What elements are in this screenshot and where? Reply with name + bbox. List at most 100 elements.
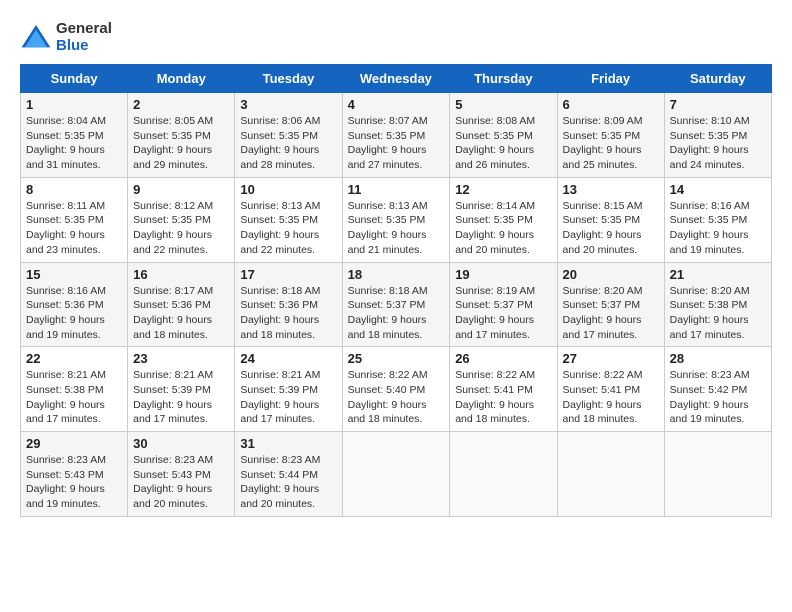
- day-number: 26: [455, 351, 551, 366]
- calendar-day-cell: 23 Sunrise: 8:21 AM Sunset: 5:39 PM Dayl…: [128, 347, 235, 432]
- day-info: Sunrise: 8:10 AM Sunset: 5:35 PM Dayligh…: [670, 114, 766, 173]
- calendar-week-row: 1 Sunrise: 8:04 AM Sunset: 5:35 PM Dayli…: [21, 93, 772, 178]
- day-number: 13: [563, 182, 659, 197]
- day-number: 29: [26, 436, 122, 451]
- day-info: Sunrise: 8:14 AM Sunset: 5:35 PM Dayligh…: [455, 199, 551, 258]
- day-number: 3: [240, 97, 336, 112]
- day-info: Sunrise: 8:23 AM Sunset: 5:43 PM Dayligh…: [133, 453, 229, 512]
- calendar-day-cell: 6 Sunrise: 8:09 AM Sunset: 5:35 PM Dayli…: [557, 93, 664, 178]
- calendar-week-row: 22 Sunrise: 8:21 AM Sunset: 5:38 PM Dayl…: [21, 347, 772, 432]
- day-info: Sunrise: 8:05 AM Sunset: 5:35 PM Dayligh…: [133, 114, 229, 173]
- calendar-day-cell: 27 Sunrise: 8:22 AM Sunset: 5:41 PM Dayl…: [557, 347, 664, 432]
- weekday-header: Monday: [128, 65, 235, 93]
- calendar-day-cell: 4 Sunrise: 8:07 AM Sunset: 5:35 PM Dayli…: [342, 93, 450, 178]
- calendar-day-cell: 28 Sunrise: 8:23 AM Sunset: 5:42 PM Dayl…: [664, 347, 771, 432]
- calendar-day-cell: 26 Sunrise: 8:22 AM Sunset: 5:41 PM Dayl…: [450, 347, 557, 432]
- day-number: 17: [240, 267, 336, 282]
- calendar-day-cell: 16 Sunrise: 8:17 AM Sunset: 5:36 PM Dayl…: [128, 262, 235, 347]
- day-info: Sunrise: 8:13 AM Sunset: 5:35 PM Dayligh…: [240, 199, 336, 258]
- calendar-day-cell: 19 Sunrise: 8:19 AM Sunset: 5:37 PM Dayl…: [450, 262, 557, 347]
- day-info: Sunrise: 8:19 AM Sunset: 5:37 PM Dayligh…: [455, 284, 551, 343]
- day-number: 4: [348, 97, 445, 112]
- day-number: 9: [133, 182, 229, 197]
- day-number: 31: [240, 436, 336, 451]
- calendar-day-cell: 11 Sunrise: 8:13 AM Sunset: 5:35 PM Dayl…: [342, 177, 450, 262]
- day-info: Sunrise: 8:23 AM Sunset: 5:44 PM Dayligh…: [240, 453, 336, 512]
- day-number: 21: [670, 267, 766, 282]
- calendar-day-cell: 30 Sunrise: 8:23 AM Sunset: 5:43 PM Dayl…: [128, 432, 235, 517]
- day-info: Sunrise: 8:06 AM Sunset: 5:35 PM Dayligh…: [240, 114, 336, 173]
- day-info: Sunrise: 8:23 AM Sunset: 5:43 PM Dayligh…: [26, 453, 122, 512]
- day-info: Sunrise: 8:23 AM Sunset: 5:42 PM Dayligh…: [670, 368, 766, 427]
- calendar-day-cell: 10 Sunrise: 8:13 AM Sunset: 5:35 PM Dayl…: [235, 177, 342, 262]
- calendar-day-cell: 9 Sunrise: 8:12 AM Sunset: 5:35 PM Dayli…: [128, 177, 235, 262]
- calendar-day-cell: 29 Sunrise: 8:23 AM Sunset: 5:43 PM Dayl…: [21, 432, 128, 517]
- calendar-day-cell: 12 Sunrise: 8:14 AM Sunset: 5:35 PM Dayl…: [450, 177, 557, 262]
- day-number: 28: [670, 351, 766, 366]
- day-info: Sunrise: 8:22 AM Sunset: 5:41 PM Dayligh…: [455, 368, 551, 427]
- day-number: 18: [348, 267, 445, 282]
- calendar-day-cell: 18 Sunrise: 8:18 AM Sunset: 5:37 PM Dayl…: [342, 262, 450, 347]
- day-info: Sunrise: 8:21 AM Sunset: 5:39 PM Dayligh…: [240, 368, 336, 427]
- logo-icon: [20, 23, 52, 51]
- day-number: 5: [455, 97, 551, 112]
- logo-text: General Blue: [56, 20, 112, 54]
- day-number: 22: [26, 351, 122, 366]
- calendar-day-cell: 5 Sunrise: 8:08 AM Sunset: 5:35 PM Dayli…: [450, 93, 557, 178]
- day-info: Sunrise: 8:09 AM Sunset: 5:35 PM Dayligh…: [563, 114, 659, 173]
- calendar-day-cell: 14 Sunrise: 8:16 AM Sunset: 5:35 PM Dayl…: [664, 177, 771, 262]
- calendar-week-row: 8 Sunrise: 8:11 AM Sunset: 5:35 PM Dayli…: [21, 177, 772, 262]
- calendar-day-cell: [342, 432, 450, 517]
- calendar-day-cell: 2 Sunrise: 8:05 AM Sunset: 5:35 PM Dayli…: [128, 93, 235, 178]
- calendar-day-cell: [664, 432, 771, 517]
- weekday-header: Thursday: [450, 65, 557, 93]
- day-info: Sunrise: 8:18 AM Sunset: 5:37 PM Dayligh…: [348, 284, 445, 343]
- page-header: General Blue: [20, 20, 772, 54]
- day-number: 1: [26, 97, 122, 112]
- calendar-day-cell: 25 Sunrise: 8:22 AM Sunset: 5:40 PM Dayl…: [342, 347, 450, 432]
- day-info: Sunrise: 8:13 AM Sunset: 5:35 PM Dayligh…: [348, 199, 445, 258]
- day-info: Sunrise: 8:20 AM Sunset: 5:37 PM Dayligh…: [563, 284, 659, 343]
- day-number: 7: [670, 97, 766, 112]
- day-number: 10: [240, 182, 336, 197]
- calendar-day-cell: 20 Sunrise: 8:20 AM Sunset: 5:37 PM Dayl…: [557, 262, 664, 347]
- day-number: 27: [563, 351, 659, 366]
- day-number: 19: [455, 267, 551, 282]
- calendar-day-cell: [557, 432, 664, 517]
- weekday-header-row: SundayMondayTuesdayWednesdayThursdayFrid…: [21, 65, 772, 93]
- calendar-day-cell: 8 Sunrise: 8:11 AM Sunset: 5:35 PM Dayli…: [21, 177, 128, 262]
- day-info: Sunrise: 8:22 AM Sunset: 5:41 PM Dayligh…: [563, 368, 659, 427]
- calendar-day-cell: 3 Sunrise: 8:06 AM Sunset: 5:35 PM Dayli…: [235, 93, 342, 178]
- day-info: Sunrise: 8:21 AM Sunset: 5:39 PM Dayligh…: [133, 368, 229, 427]
- calendar-day-cell: [450, 432, 557, 517]
- day-info: Sunrise: 8:08 AM Sunset: 5:35 PM Dayligh…: [455, 114, 551, 173]
- logo: General Blue: [20, 20, 112, 54]
- day-number: 24: [240, 351, 336, 366]
- day-info: Sunrise: 8:18 AM Sunset: 5:36 PM Dayligh…: [240, 284, 336, 343]
- day-number: 15: [26, 267, 122, 282]
- day-number: 8: [26, 182, 122, 197]
- day-info: Sunrise: 8:12 AM Sunset: 5:35 PM Dayligh…: [133, 199, 229, 258]
- day-number: 16: [133, 267, 229, 282]
- day-info: Sunrise: 8:15 AM Sunset: 5:35 PM Dayligh…: [563, 199, 659, 258]
- day-info: Sunrise: 8:20 AM Sunset: 5:38 PM Dayligh…: [670, 284, 766, 343]
- day-number: 6: [563, 97, 659, 112]
- weekday-header: Wednesday: [342, 65, 450, 93]
- day-number: 25: [348, 351, 445, 366]
- calendar-day-cell: 1 Sunrise: 8:04 AM Sunset: 5:35 PM Dayli…: [21, 93, 128, 178]
- calendar-week-row: 29 Sunrise: 8:23 AM Sunset: 5:43 PM Dayl…: [21, 432, 772, 517]
- calendar-day-cell: 21 Sunrise: 8:20 AM Sunset: 5:38 PM Dayl…: [664, 262, 771, 347]
- day-number: 11: [348, 182, 445, 197]
- calendar-table: SundayMondayTuesdayWednesdayThursdayFrid…: [20, 64, 772, 517]
- calendar-day-cell: 15 Sunrise: 8:16 AM Sunset: 5:36 PM Dayl…: [21, 262, 128, 347]
- calendar-day-cell: 22 Sunrise: 8:21 AM Sunset: 5:38 PM Dayl…: [21, 347, 128, 432]
- day-number: 2: [133, 97, 229, 112]
- calendar-day-cell: 17 Sunrise: 8:18 AM Sunset: 5:36 PM Dayl…: [235, 262, 342, 347]
- day-number: 23: [133, 351, 229, 366]
- day-info: Sunrise: 8:04 AM Sunset: 5:35 PM Dayligh…: [26, 114, 122, 173]
- day-info: Sunrise: 8:16 AM Sunset: 5:36 PM Dayligh…: [26, 284, 122, 343]
- calendar-day-cell: 24 Sunrise: 8:21 AM Sunset: 5:39 PM Dayl…: [235, 347, 342, 432]
- day-number: 20: [563, 267, 659, 282]
- day-info: Sunrise: 8:21 AM Sunset: 5:38 PM Dayligh…: [26, 368, 122, 427]
- calendar-week-row: 15 Sunrise: 8:16 AM Sunset: 5:36 PM Dayl…: [21, 262, 772, 347]
